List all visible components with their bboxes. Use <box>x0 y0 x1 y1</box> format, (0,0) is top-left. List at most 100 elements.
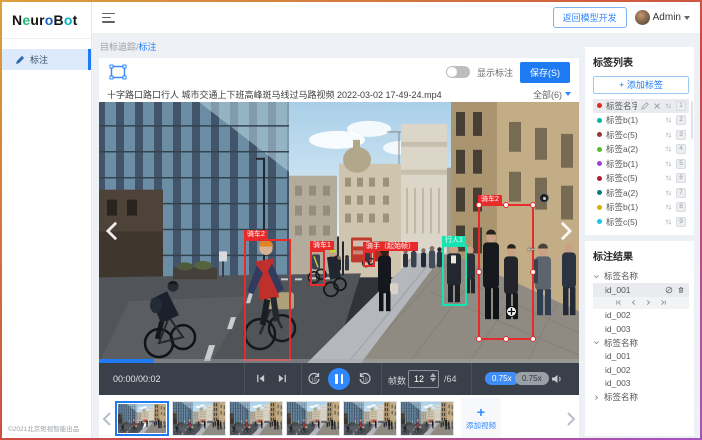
prev-video-chevron[interactable] <box>105 220 119 242</box>
next-frame-icon[interactable] <box>645 299 652 306</box>
resize-handle[interactable] <box>503 336 509 342</box>
label-list-item[interactable]: 标签a(2)4 <box>593 142 689 157</box>
filmstrip-thumbnail[interactable] <box>343 401 397 436</box>
prev-frame-icon[interactable] <box>255 373 266 384</box>
label-list-item[interactable]: 标签c(5)3 <box>593 128 689 143</box>
result-item[interactable]: id_002 <box>593 363 689 377</box>
result-group[interactable]: 标签名称 <box>593 390 689 404</box>
sidebar-item-annotate[interactable]: 标注 <box>2 49 91 70</box>
label-color-dot <box>597 176 602 181</box>
thumbnail-image <box>344 402 396 435</box>
replay-10-icon[interactable]: 10 <box>307 372 321 386</box>
add-video-button[interactable]: + 添加视频 <box>461 398 501 440</box>
scrollbar[interactable] <box>691 101 694 139</box>
annotation-card: 显示标注 保存(S) 十字路口路口行人 城市交通上下班高峰斑马线过马路视频 20… <box>99 58 579 440</box>
bbox-pedestrian-1[interactable]: 行人1 <box>442 245 467 306</box>
result-group[interactable]: 标签名称 <box>593 336 689 350</box>
show-annotation-label: 显示标注 <box>477 66 513 79</box>
result-item-id: id_001 <box>605 285 661 295</box>
result-item[interactable]: id_001 <box>593 350 689 364</box>
label-list-item[interactable]: 标签名字最长数...1 <box>593 99 689 114</box>
filmstrip-thumbnail[interactable] <box>286 401 340 436</box>
spinner-up-icon[interactable] <box>430 373 436 377</box>
bbox-cyclist-1[interactable]: 骑车1 <box>310 250 325 286</box>
label-list-item[interactable]: 标签a(2)7 <box>593 186 689 201</box>
label-color-dot <box>597 205 602 210</box>
next-video-chevron[interactable] <box>559 220 573 242</box>
sort-handle-icon[interactable] <box>665 189 672 197</box>
sort-handle-icon[interactable] <box>665 203 672 211</box>
box-action-icon[interactable] <box>539 193 549 203</box>
resize-handle[interactable] <box>530 336 536 342</box>
resize-handle[interactable] <box>476 202 482 208</box>
label-color-dot <box>597 190 602 195</box>
bbox-cyclist-2[interactable]: 骑车2 <box>244 239 291 361</box>
label-name: 标签a(2) <box>606 187 661 199</box>
label-list-item[interactable]: 标签b(1)5 <box>593 157 689 172</box>
svg-text:10: 10 <box>311 377 317 383</box>
label-list-item[interactable]: 标签c(5)6 <box>593 171 689 186</box>
label-list-item[interactable]: 标签b(1)2 <box>593 113 689 128</box>
frame-pager <box>593 297 689 309</box>
menu-fold-icon[interactable] <box>102 13 115 23</box>
resize-handle[interactable] <box>530 202 536 208</box>
result-item[interactable]: id_003 <box>593 322 689 336</box>
volume-icon[interactable] <box>551 373 563 385</box>
forward-10-icon[interactable]: 10 <box>358 372 372 386</box>
sort-handle-icon[interactable] <box>665 116 672 124</box>
filmstrip-thumbnail[interactable] <box>229 401 283 436</box>
save-button[interactable]: 保存(S) <box>520 62 570 83</box>
show-annotation-toggle[interactable] <box>446 66 470 78</box>
resize-handle[interactable] <box>530 269 536 275</box>
label-list-title: 标签列表 <box>593 54 689 69</box>
filmstrip-next-icon[interactable] <box>566 411 576 427</box>
breadcrumb-parent[interactable]: 目标追踪 <box>100 42 136 52</box>
sort-handle-icon[interactable] <box>665 145 672 153</box>
resize-handle[interactable] <box>503 202 509 208</box>
frame-number-input[interactable]: 12 <box>408 370 439 388</box>
last-frame-icon[interactable] <box>660 299 667 306</box>
resize-handle[interactable] <box>476 269 482 275</box>
thumbnail-image <box>287 402 339 435</box>
first-frame-icon[interactable] <box>615 299 622 306</box>
spinner-down-icon[interactable] <box>430 378 436 382</box>
back-to-model-dev-button[interactable]: 返回模型开发 <box>553 7 627 28</box>
sort-handle-icon[interactable] <box>665 218 672 226</box>
sort-handle-icon[interactable] <box>665 131 672 139</box>
trash-icon[interactable] <box>677 286 685 294</box>
speed-pill-inactive[interactable]: 0.75x <box>515 372 549 385</box>
breadcrumb-current[interactable]: 标注 <box>139 42 157 52</box>
edit-icon[interactable] <box>641 102 649 110</box>
filmstrip-thumbnail[interactable] <box>400 401 454 436</box>
prev-frame-icon[interactable] <box>630 299 637 306</box>
result-group[interactable]: 标签名称 <box>593 269 689 283</box>
speed-pill-active[interactable]: 0.75x <box>485 372 519 385</box>
result-item[interactable]: id_003 <box>593 377 689 391</box>
label-list-item[interactable]: 标签c(5)9 <box>593 215 689 230</box>
label-list-item[interactable]: 标签b(1)8 <box>593 200 689 215</box>
bounding-box-tool-icon[interactable] <box>108 62 128 82</box>
bbox-rider-startframe[interactable]: 骑手（起始帧） <box>363 251 375 267</box>
bbox-cyclist-2-selected[interactable]: 骑车2 <box>478 204 534 340</box>
sort-handle-icon[interactable] <box>665 174 672 182</box>
user-menu[interactable]: Admin <box>635 10 690 25</box>
shortcut-key-badge: 5 <box>676 159 686 169</box>
filmstrip-prev-icon[interactable] <box>102 411 112 427</box>
label-name: 标签名字最长数... <box>606 100 637 112</box>
result-item[interactable]: id_001 <box>593 283 689 297</box>
hide-icon[interactable] <box>665 286 673 294</box>
delete-icon[interactable] <box>653 102 661 110</box>
label-name: 标签b(1) <box>606 201 661 213</box>
next-frame-icon[interactable] <box>277 373 288 384</box>
sort-handle-icon[interactable] <box>665 102 672 110</box>
sort-handle-icon[interactable] <box>665 160 672 168</box>
result-item[interactable]: id_002 <box>593 309 689 323</box>
resize-handle[interactable] <box>476 336 482 342</box>
filmstrip-thumbnail[interactable] <box>172 401 226 436</box>
filmstrip-thumbnail[interactable] <box>115 401 169 436</box>
video-filter-dropdown[interactable]: 全部(6) <box>533 88 571 101</box>
add-label-button[interactable]: + 添加标签 <box>593 76 689 94</box>
result-item-id: id_003 <box>605 378 685 388</box>
video-stage[interactable]: 骑车2 骑车1 骑手（起始帧） 行人1 骑车2 <box>99 102 579 363</box>
pause-button[interactable] <box>328 368 350 390</box>
